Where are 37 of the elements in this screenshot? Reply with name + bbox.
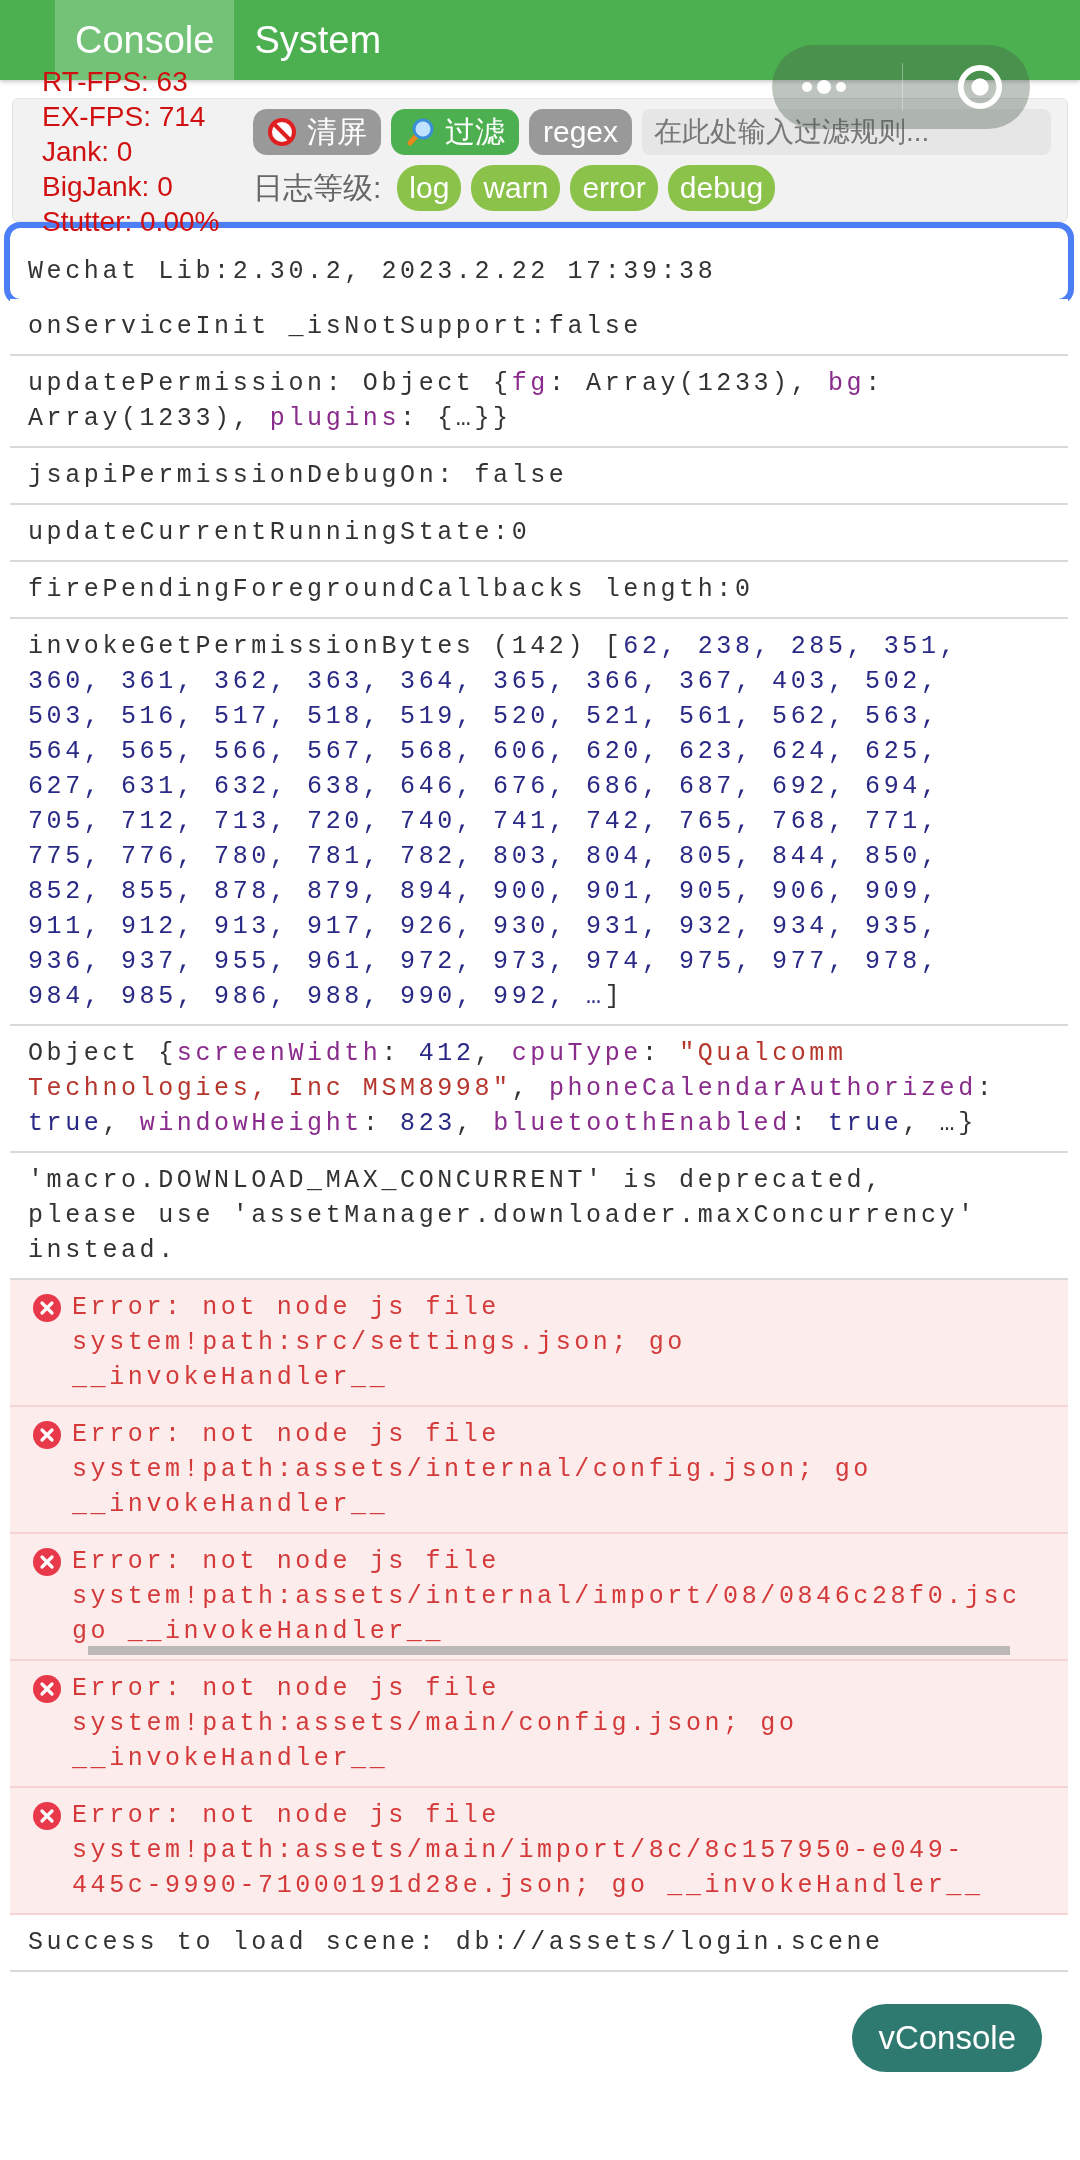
vconsole-button[interactable]: vConsole xyxy=(852,2004,1042,2072)
tab[interactable]: System xyxy=(234,0,402,80)
level-toggle[interactable]: warn xyxy=(471,165,561,211)
log-text: Wechat Lib:2.30.2, 2023.2.22 17:39:38 xyxy=(28,256,717,288)
error-icon xyxy=(32,1420,62,1450)
regex-toggle[interactable]: regex xyxy=(529,109,633,155)
log-text: Error: not node js file system!path:assets/internal/config.json; go __invokeHandler__ xyxy=(72,1419,872,1521)
log-text: jsapiPermissionDebugOn: false xyxy=(28,460,568,492)
filter-field[interactable]: 在此处输入过滤规则... xyxy=(642,109,1051,155)
log-text: updateCurrentRunningState:0 xyxy=(28,517,531,549)
level-toggle[interactable]: error xyxy=(570,165,658,211)
log-text: Success to load scene: db://assets/login.scene xyxy=(28,1927,884,1959)
log-text: Error: not node js file system!path:assets/main/import/8c/8c157950-e049- 445c-9990-71000191d28e.json; go __invokeHandler__ xyxy=(72,1800,984,1902)
log-text: updatePermission: Object {fg: Array(1233), bg: Array(1233), plugins: {…}} xyxy=(28,368,884,435)
level-toggle[interactable]: debug xyxy=(667,165,776,211)
prohibited-icon xyxy=(267,117,297,147)
log-text: 'macro.DOWNLOAD_MAX_CONCURRENT' is deprecated, please use 'assetManager.downloader.maxConcurrency' instead. xyxy=(28,1165,977,1267)
scrollbar[interactable] xyxy=(88,1646,1010,1655)
error-icon xyxy=(32,1547,62,1577)
stat-readout: EX-FPS: 714 xyxy=(42,100,206,134)
log-text: onServiceInit _isNotSupport:false xyxy=(28,311,642,343)
error-icon xyxy=(32,1801,62,1831)
filter-button[interactable]: 过滤 xyxy=(391,109,519,155)
level-label: 日志等级: xyxy=(253,169,382,206)
clear-button[interactable]: 清屏 xyxy=(253,109,381,155)
error-icon xyxy=(32,1293,62,1323)
level-toggle[interactable]: log xyxy=(397,165,462,211)
error-icon xyxy=(32,1674,62,1704)
log-text: Error: not node js file system!path:assets/main/config.json; go __invokeHandler__ xyxy=(72,1673,798,1775)
log-text: Object {screenWidth: 412, cpuType: "Qualcomm Technologies, Inc MSM8998", phoneCalendarAuthorized: true, windowHeight: 823, bluetoothEnabled: true, …} xyxy=(28,1038,996,1140)
stat-readout: Jank: 0 xyxy=(42,135,133,169)
magnifier-icon xyxy=(405,117,435,147)
log-text: Error: not node js file system!path:src/settings.json; go __invokeHandler__ xyxy=(72,1292,686,1394)
log-text: firePendingForegroundCallbacks length:0 xyxy=(28,574,754,606)
log-text: Error: not node js file system!path:assets/internal/import/08/0846c28f0.jsc go __invokeHandler__ xyxy=(72,1546,1021,1648)
stat-readout: BigJank: 0 xyxy=(42,170,173,204)
log-text: invokeGetPermissionBytes (142) [62, 238, 285, 351, 360, 361, 362, 363, 364, 365, 366, 367, 403, 502, 503, 516, 517, 518, 519, 520, 521, 561, 562, 563, 564, 565, 566, 567, 568, 606, 620, 623, 624, 625, 627, 631, 632, 638, 646, 676, 686, 687, 692, 694, 705, 712, 713, 720, 740, 741, 742, 765, 768, 771, 775, 776, 780, 781, 782, 803, 804, 805, 844, 850, 852, 855, 878, 879, 894, 900, 901, 905, 906, 909, 911, 912, 913, 917, 926, 930, 931, 932, 934, 935, 936, 937, 955, 961, 972, 973, 974, 975, 977, 978, 984, 985, 986, 988, 990, 992, …] xyxy=(28,631,959,1013)
